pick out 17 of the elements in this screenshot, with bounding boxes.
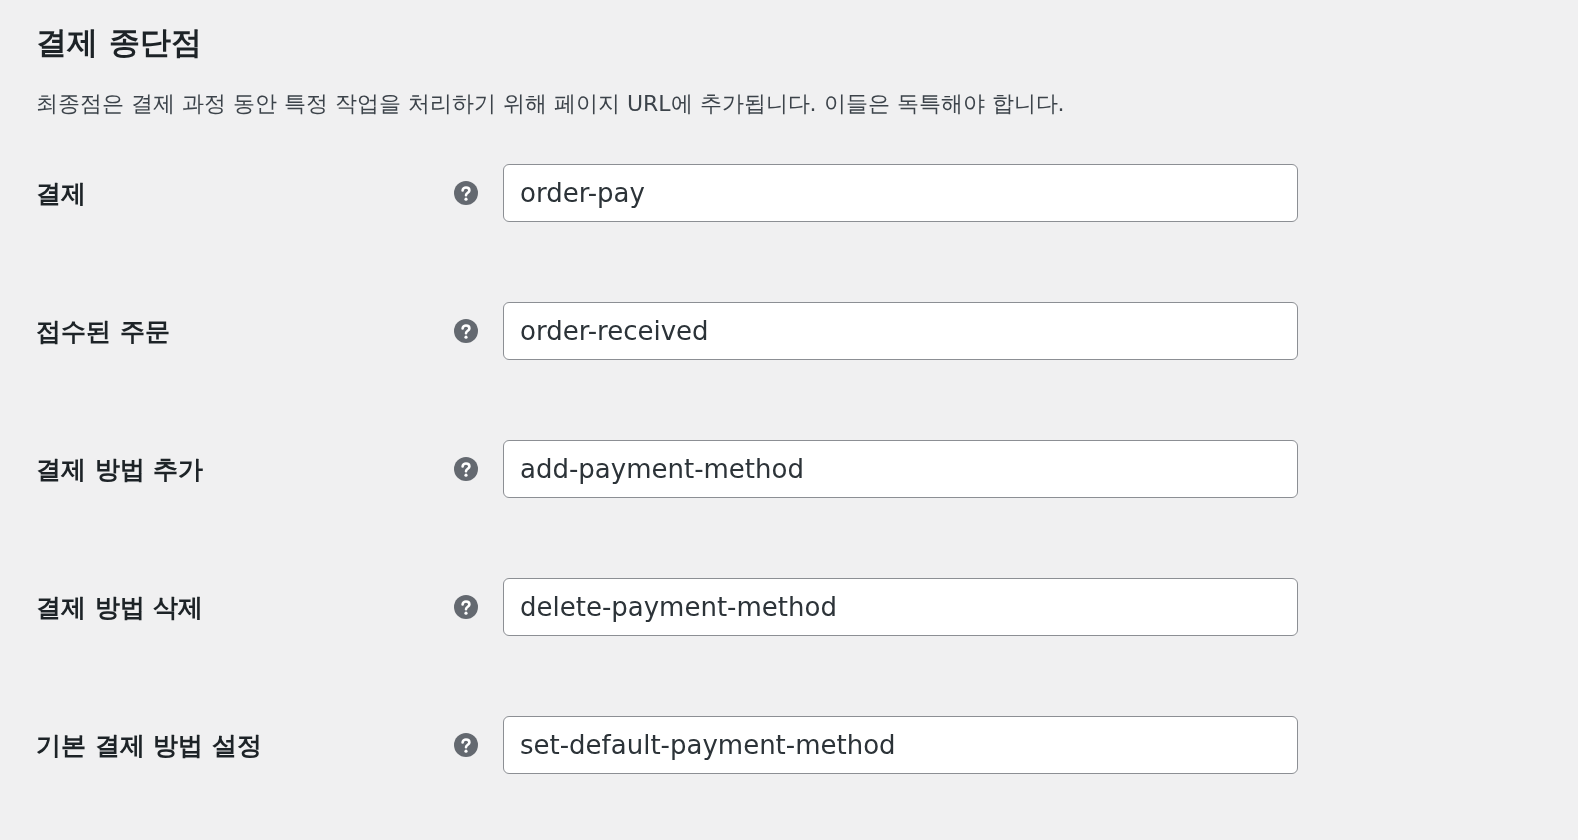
endpoint-input[interactable]: add-payment-method bbox=[503, 440, 1298, 498]
help-icon[interactable] bbox=[454, 319, 478, 343]
endpoint-input[interactable]: set-default-payment-method bbox=[503, 716, 1298, 774]
endpoint-input[interactable]: order-received bbox=[503, 302, 1298, 360]
field-label: 기본 결제 방법 설정 bbox=[36, 729, 264, 762]
field-label: 접수된 주문 bbox=[36, 315, 171, 348]
section-title: 결제 종단점 bbox=[36, 23, 203, 62]
endpoint-input[interactable]: delete-payment-method bbox=[503, 578, 1298, 636]
field-label: 결제 bbox=[36, 177, 87, 210]
field-label: 결제 방법 삭제 bbox=[36, 591, 205, 624]
help-icon[interactable] bbox=[454, 733, 478, 757]
help-icon[interactable] bbox=[454, 181, 478, 205]
section-description: 최종점은 결제 과정 동안 특정 작업을 처리하기 위해 페이지 URL에 추가됩니다. 이들은 독특해야 합니다. bbox=[36, 90, 1066, 118]
help-icon[interactable] bbox=[454, 595, 478, 619]
endpoint-input[interactable]: order-pay bbox=[503, 164, 1298, 222]
field-label: 결제 방법 추가 bbox=[36, 453, 205, 486]
help-icon[interactable] bbox=[454, 457, 478, 481]
